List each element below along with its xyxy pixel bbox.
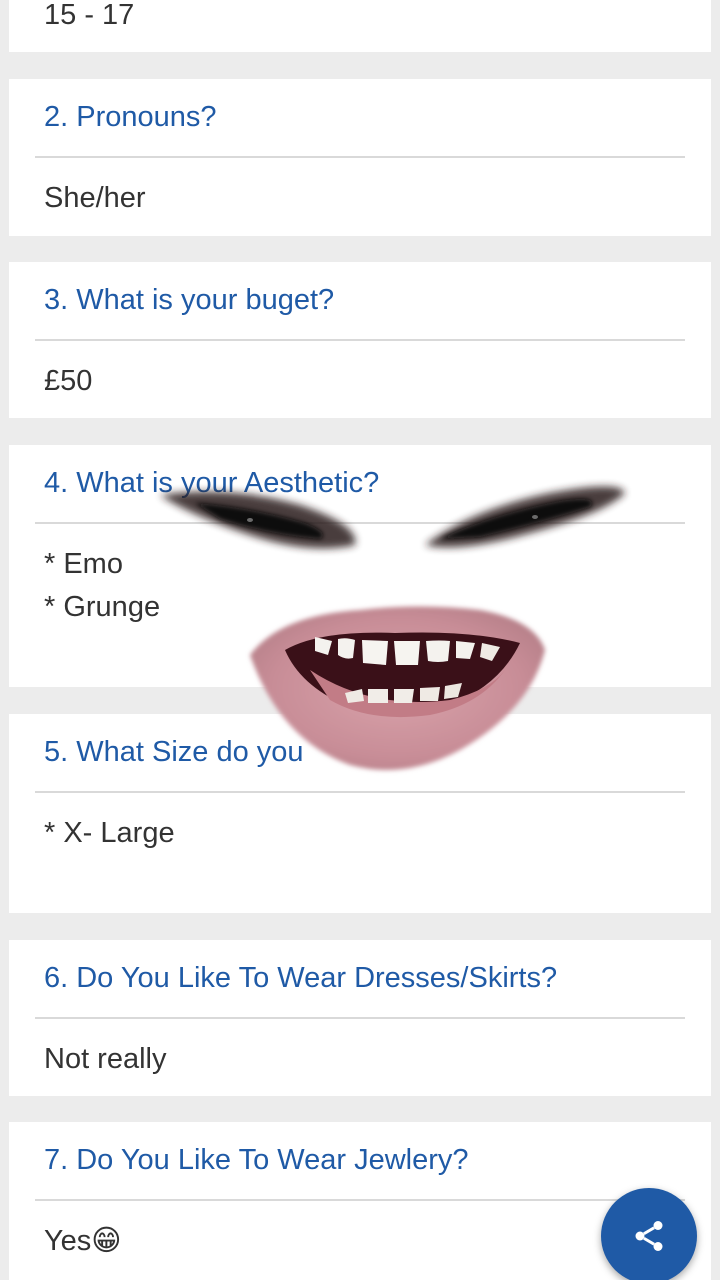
divider <box>35 339 685 341</box>
divider <box>35 1017 685 1019</box>
question-card-4: 4. What is your Aesthetic? * Emo * Grung… <box>9 445 711 687</box>
divider <box>35 791 685 793</box>
question-title-budget: 3. What is your buget? <box>44 284 335 316</box>
question-title-pronouns: 2. Pronouns? <box>44 101 217 133</box>
answer-age: 15 - 17 <box>44 0 135 31</box>
question-card-2: 2. Pronouns? She/her <box>9 79 711 236</box>
answer-size: * X- Large <box>44 817 175 849</box>
share-icon <box>635 1221 663 1251</box>
question-title-aesthetic: 4. What is your Aesthetic? <box>44 467 380 499</box>
question-title-size: 5. What Size do you <box>44 736 304 768</box>
divider <box>35 156 685 158</box>
form-responses-page: 15 - 17 2. Pronouns? She/her 3. What is … <box>0 0 720 1280</box>
question-title-dresses: 6. Do You Like To Wear Dresses/Skirts? <box>44 962 558 994</box>
divider <box>35 522 685 524</box>
answer-jewelry: Yes😁 <box>44 1225 122 1257</box>
answer-pronouns: She/her <box>44 182 146 214</box>
question-card-3: 3. What is your buget? £50 <box>9 262 711 418</box>
question-card-1: 15 - 17 <box>9 0 711 52</box>
question-card-6: 6. Do You Like To Wear Dresses/Skirts? N… <box>9 940 711 1096</box>
question-card-5: 5. What Size do you * X- Large <box>9 714 711 913</box>
answer-dresses: Not really <box>44 1043 167 1075</box>
answer-aesthetic: * Emo * Grunge <box>44 548 161 623</box>
divider <box>35 1199 685 1201</box>
question-title-jewelry: 7. Do You Like To Wear Jewlery? <box>44 1144 469 1176</box>
share-button[interactable] <box>601 1188 697 1280</box>
answer-budget: £50 <box>44 365 93 397</box>
